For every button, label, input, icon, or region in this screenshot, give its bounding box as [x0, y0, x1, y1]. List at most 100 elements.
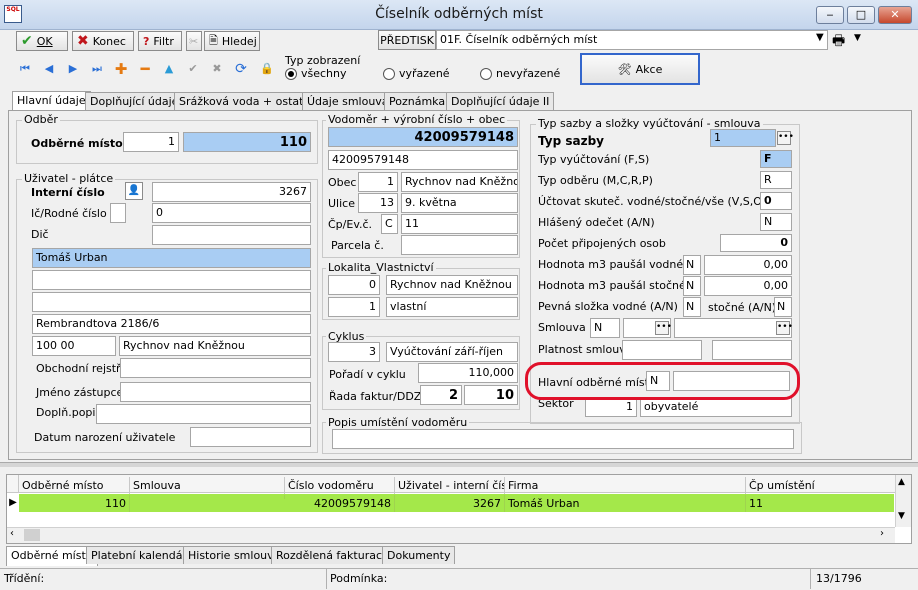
odberne-misto-prefix[interactable]: 1 — [123, 132, 179, 152]
dic-input[interactable] — [152, 225, 311, 245]
cp-type-input[interactable]: C — [381, 214, 398, 234]
pevna-slozka-flag[interactable]: N — [683, 297, 701, 317]
platnost-do-input[interactable] — [712, 340, 792, 360]
horizontal-scrollbar[interactable] — [7, 527, 895, 543]
tab-historie-smlouvy[interactable]: Historie smlouvy — [183, 546, 286, 564]
user-street-input[interactable]: Rembrandtova 2186/6 — [32, 314, 311, 334]
m3-vodne-input[interactable]: 0,00 — [704, 255, 792, 275]
smlouva-name-lookup-icon[interactable]: ••• — [776, 321, 793, 335]
tab-srazkova-voda[interactable]: Srážková voda + ostatní — [174, 92, 319, 110]
sektor-name-input[interactable]: obyvatelé — [640, 397, 792, 417]
smlouva-lookup-icon[interactable]: ••• — [655, 321, 672, 335]
horizontal-scroll-thumb[interactable] — [24, 529, 40, 541]
ic-type-input[interactable] — [110, 203, 126, 223]
parcela-input[interactable] — [401, 235, 518, 255]
typ-sazby-lookup-icon[interactable]: ••• — [777, 131, 794, 145]
tab-rozdelena-fakturace[interactable]: Rozdělená fakturace — [271, 546, 394, 564]
typ-sazby-input[interactable]: 1 — [710, 129, 776, 147]
platnost-od-input[interactable] — [622, 340, 702, 360]
ok-button[interactable]: ✔ OK — [16, 31, 68, 51]
ic-input[interactable]: 0 — [152, 203, 311, 223]
tab-dokumenty[interactable]: Dokumenty — [382, 546, 456, 564]
hledej-button[interactable]: 🗎 Hledej — [204, 31, 260, 51]
chevron-down-icon[interactable]: ▼ — [816, 32, 824, 43]
rada-ddz-input[interactable]: 10 — [464, 385, 518, 405]
vodomer-number2-input[interactable]: 42009579148 — [328, 150, 518, 170]
m3-stocne-flag[interactable]: N — [683, 276, 701, 296]
pocet-osob-input[interactable]: 0 — [720, 234, 792, 252]
hlaseny-odecet-input[interactable]: N — [760, 213, 792, 231]
delete-record-icon[interactable]: ━ — [134, 58, 156, 80]
filtr-button[interactable]: ? Filtr — [138, 31, 182, 51]
ulice-code-input[interactable]: 13 — [358, 193, 398, 213]
vodomer-number-input[interactable]: 42009579148 — [328, 127, 518, 147]
user-name-input[interactable]: Tomáš Urban — [32, 248, 311, 268]
poradi-input[interactable]: 110,000 — [418, 363, 518, 383]
typ-odberu-input[interactable]: R — [760, 171, 792, 189]
save-record-icon[interactable]: ✔ — [182, 58, 204, 80]
jmeno-zastupce-input[interactable] — [120, 382, 311, 402]
cyklus-name-input[interactable]: Vyúčtování září-říjen — [386, 342, 518, 362]
radio-nevyrazene[interactable]: nevyřazené — [480, 67, 560, 80]
tab-udaje-smlouva[interactable]: Údaje smlouva — [302, 92, 394, 110]
refresh-icon[interactable]: ⟳ — [230, 58, 252, 80]
user-lookup-icon[interactable]: 👤 — [125, 182, 143, 200]
predtisk-button[interactable]: PŘEDTISK — [378, 30, 436, 50]
radio-vsechny[interactable]: všechny — [285, 67, 347, 80]
tab-doplnujici-udaje-ii[interactable]: Doplňující údaje II — [446, 92, 555, 110]
filter-clear-icon[interactable]: ✂ — [186, 31, 202, 51]
sektor-code-input[interactable]: 1 — [585, 397, 637, 417]
scroll-up-icon[interactable]: ▲ — [898, 477, 905, 487]
dopln-popis-input[interactable] — [96, 404, 311, 424]
cp-value-input[interactable]: 11 — [401, 214, 518, 234]
cancel-record-icon[interactable]: ✖ — [206, 58, 228, 80]
scroll-left-icon[interactable]: ‹ — [10, 528, 14, 539]
add-record-icon[interactable]: ✚ — [110, 58, 132, 80]
smlouva-name-input[interactable] — [674, 318, 792, 338]
tab-hlavni-udaje[interactable]: Hlavní údaje — [12, 91, 91, 111]
uctovat-input[interactable]: 0 — [760, 192, 792, 210]
obchodni-rejstrik-input[interactable] — [120, 358, 311, 378]
tab-platebni-kalendar[interactable]: Platební kalendář — [86, 546, 192, 564]
grid-header-odberne-misto[interactable]: Odběrné místo — [19, 477, 130, 494]
report-select[interactable]: 01F. Číselník odběrných míst — [436, 30, 828, 50]
grid-header-smlouva[interactable]: Smlouva — [130, 477, 285, 494]
print-dropdown-icon[interactable]: ▼ — [854, 33, 861, 43]
user-city-input[interactable]: Rychnov nad Kněžnou — [119, 336, 311, 356]
odberne-misto-input[interactable]: 110 — [183, 132, 311, 152]
typ-vyuctovani-input[interactable]: F — [760, 150, 792, 168]
obec-name-input[interactable]: Rychnov nad Kněžnou — [401, 172, 518, 192]
grid-header-firma[interactable]: Firma — [505, 477, 746, 494]
lokalita-code-input[interactable]: 0 — [328, 275, 380, 295]
scroll-down-icon[interactable]: ▼ — [898, 511, 905, 521]
datum-narozeni-input[interactable] — [190, 427, 311, 447]
user-name3-input[interactable] — [32, 292, 311, 312]
m3-vodne-flag[interactable]: N — [683, 255, 701, 275]
lock-icon[interactable]: 🔒 — [256, 58, 278, 80]
prev-record-icon[interactable]: ◀ — [38, 58, 60, 80]
radio-vyrazene[interactable]: vyřazené — [383, 67, 450, 80]
cyklus-code-input[interactable]: 3 — [328, 342, 380, 362]
lokalita-name-input[interactable]: Rychnov nad Kněžnou — [386, 275, 518, 295]
grid-header-cp-umisteni[interactable]: Čp umístění — [746, 477, 894, 494]
maximize-button[interactable]: □ — [847, 6, 875, 24]
last-record-icon[interactable]: ⏭ — [86, 58, 108, 80]
konec-button[interactable]: ✖ Konec — [72, 31, 134, 51]
popis-umisteni-input[interactable] — [332, 429, 794, 449]
minimize-button[interactable]: ‒ — [816, 6, 844, 24]
akce-button[interactable]: 🛠 Akce — [580, 53, 700, 85]
ulice-name-input[interactable]: 9. května — [401, 193, 518, 213]
user-name2-input[interactable] — [32, 270, 311, 290]
smlouva-flag[interactable]: N — [590, 318, 620, 338]
grid-header-cislo-vodomeru[interactable]: Číslo vodoměru — [285, 477, 395, 494]
rada-faktur-input[interactable]: 2 — [420, 385, 462, 405]
tab-odberne-misto[interactable]: Odběrné místo — [6, 546, 98, 566]
tab-poznamka[interactable]: Poznámka — [384, 92, 451, 110]
next-record-icon[interactable]: ▶ — [62, 58, 84, 80]
user-psc-input[interactable]: 100 00 — [32, 336, 116, 356]
close-button[interactable]: ✕ — [878, 6, 912, 24]
vlastnictvi-name-input[interactable]: vlastní — [386, 297, 518, 317]
tab-doplnujici-udaje[interactable]: Doplňující údaje — [85, 92, 184, 110]
scroll-right-icon[interactable]: › — [880, 528, 884, 539]
m3-stocne-input[interactable]: 0,00 — [704, 276, 792, 296]
